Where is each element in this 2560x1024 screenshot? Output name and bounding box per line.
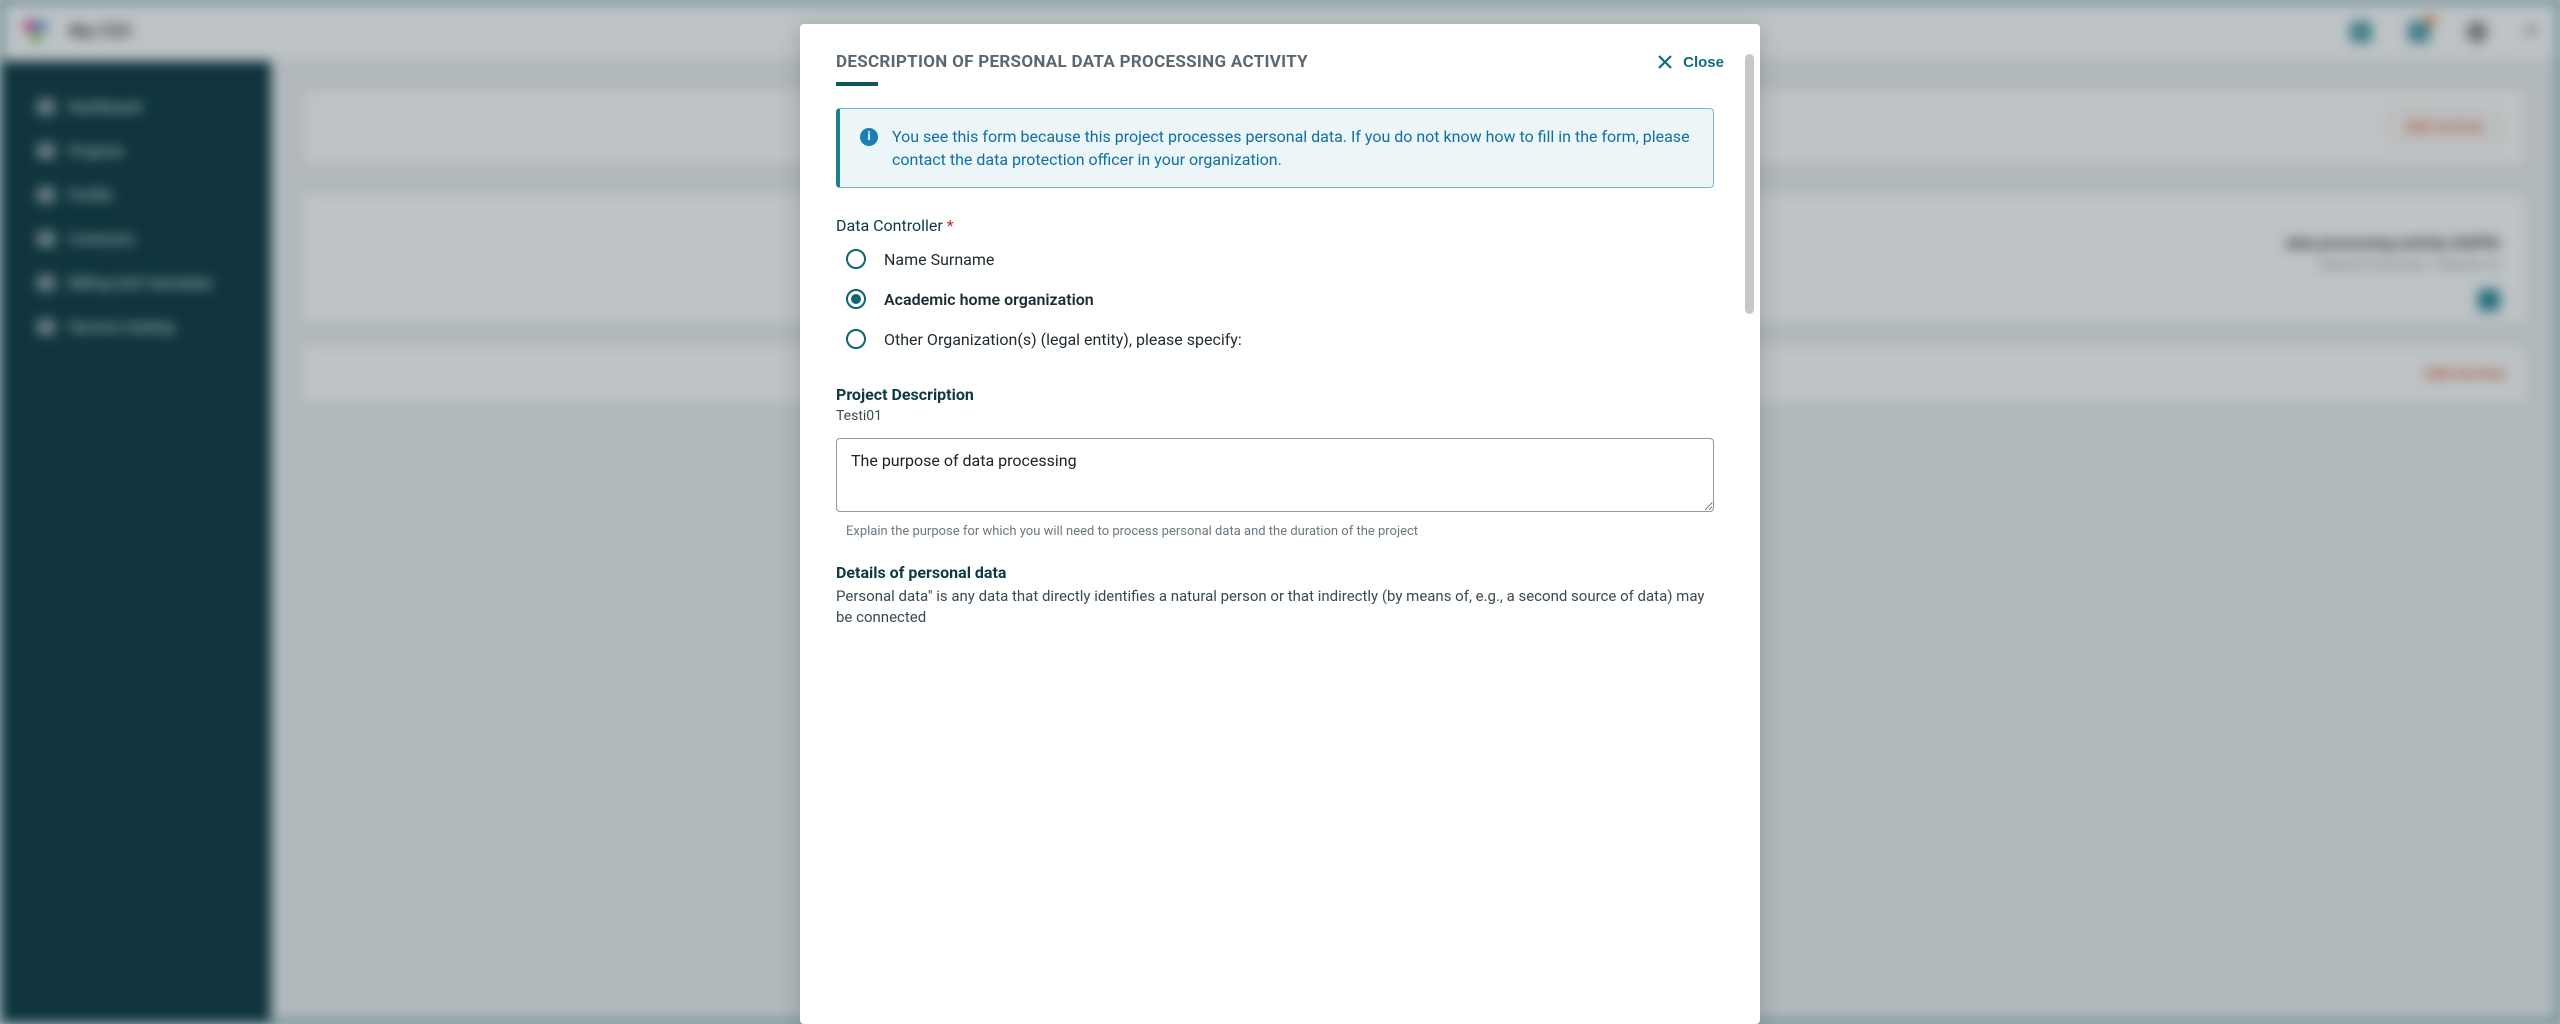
radio-circle	[846, 249, 866, 269]
data-controller-radio-group: Name Surname Academic home organization …	[836, 249, 1714, 349]
info-icon: i	[860, 128, 878, 146]
close-button[interactable]: Close	[1657, 54, 1724, 71]
data-controller-label: Data Controller *	[836, 216, 1714, 235]
radio-label: Academic home organization	[884, 290, 1094, 309]
modal-header: DESCRIPTION OF PERSONAL DATA PROCESSING …	[836, 52, 1724, 86]
close-icon	[1657, 54, 1673, 70]
modal-scrollbar[interactable]	[1745, 54, 1754, 314]
field-label-text: Data Controller	[836, 216, 943, 235]
gdpr-modal: DESCRIPTION OF PERSONAL DATA PROCESSING …	[800, 24, 1760, 1024]
radio-academic-org[interactable]: Academic home organization	[846, 289, 1714, 309]
radio-circle	[846, 289, 866, 309]
purpose-help-text: Explain the purpose for which you will n…	[846, 524, 1714, 539]
project-description-heading: Project Description	[836, 385, 1714, 404]
radio-other-org[interactable]: Other Organization(s) (legal entity), pl…	[846, 329, 1714, 349]
modal-overlay[interactable]: DESCRIPTION OF PERSONAL DATA PROCESSING …	[0, 0, 2560, 1024]
purpose-textarea[interactable]	[836, 438, 1714, 512]
close-label: Close	[1683, 54, 1724, 71]
modal-body: i You see this form because this project…	[836, 86, 1724, 628]
project-description-sub: Testi01	[836, 408, 1714, 424]
details-heading: Details of personal data	[836, 563, 1714, 582]
details-paragraph: Personal data" is any data that directly…	[836, 586, 1714, 628]
radio-label: Other Organization(s) (legal entity), pl…	[884, 330, 1242, 349]
radio-name-surname[interactable]: Name Surname	[846, 249, 1714, 269]
modal-title: DESCRIPTION OF PERSONAL DATA PROCESSING …	[836, 52, 1308, 72]
radio-label: Name Surname	[884, 250, 994, 269]
radio-circle	[846, 329, 866, 349]
info-text: You see this form because this project p…	[892, 125, 1693, 171]
info-box: i You see this form because this project…	[836, 108, 1714, 188]
required-asterisk: *	[947, 216, 954, 235]
